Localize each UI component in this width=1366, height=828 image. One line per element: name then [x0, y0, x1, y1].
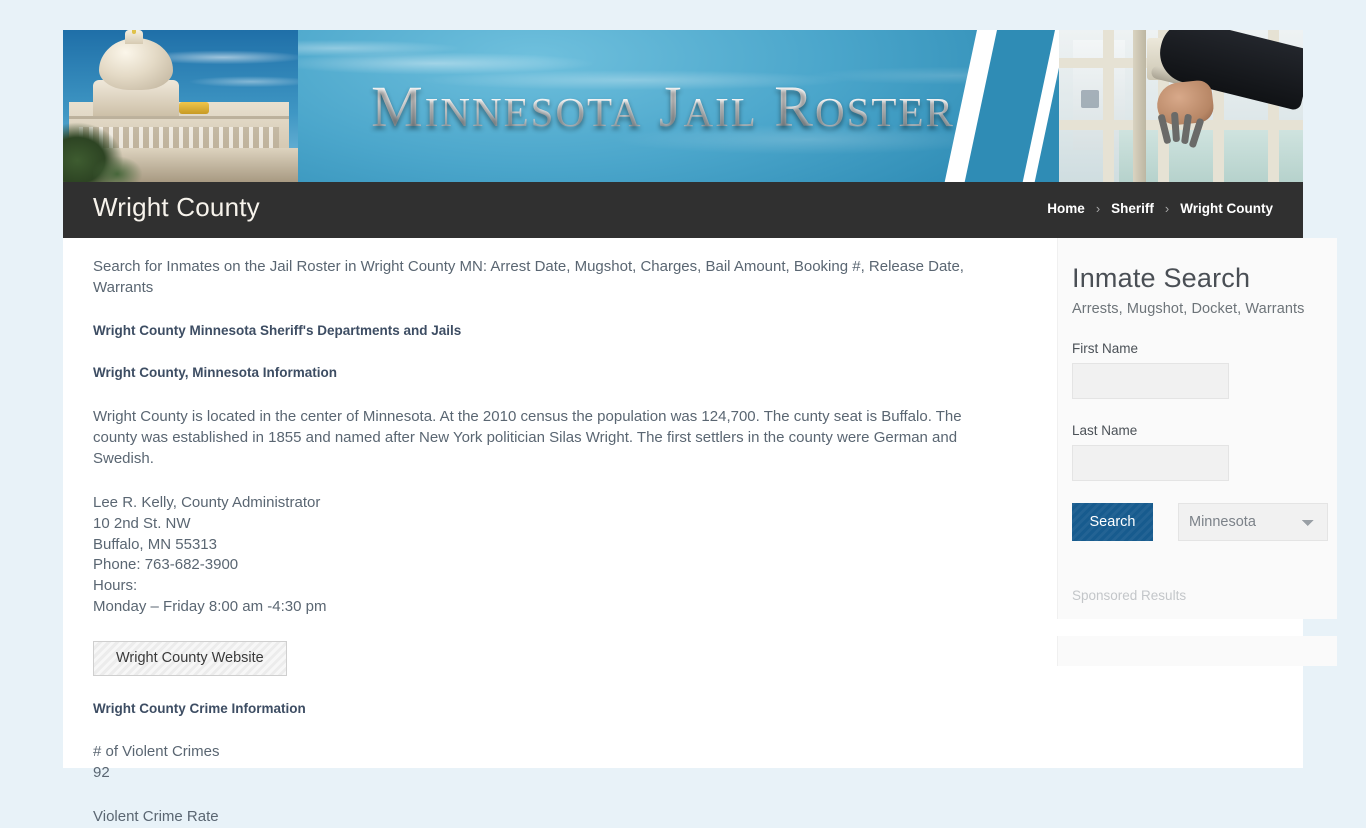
search-actions-row: Search Minnesota — [1072, 503, 1337, 541]
first-name-label: First Name — [1072, 341, 1139, 356]
last-name-label: Last Name — [1072, 423, 1138, 438]
heading-departments-and-jails: Wright County Minnesota Sheriff's Depart… — [93, 323, 462, 338]
jail-gate-post — [1133, 30, 1146, 182]
contact-hours-value: Monday – Friday 8:00 am -4:30 pm — [93, 597, 327, 615]
page-header-bar: Wright County Home › Sheriff › Wright Co… — [63, 182, 1303, 238]
violent-crime-rate-label: Violent Crime Rate — [93, 808, 219, 826]
state-select[interactable]: Minnesota — [1178, 503, 1328, 541]
contact-administrator: Lee R. Kelly, County Administrator — [93, 494, 321, 511]
chevron-right-icon: › — [1164, 201, 1170, 216]
page-top-spacer — [63, 0, 1303, 30]
county-description: Wright County is located in the center o… — [93, 408, 962, 467]
contact-city-state-zip: Buffalo, MN 55313 — [93, 535, 217, 553]
inmate-search-widget: Inmate Search Arrests, Mugshot, Docket, … — [1057, 238, 1337, 619]
content-area: Search for Inmates on the Jail Roster in… — [63, 238, 1337, 825]
breadcrumb-current-wright-county: Wright County — [1180, 201, 1273, 216]
capitol-trees-secondary — [93, 142, 153, 182]
minnesota-capitol-image — [63, 30, 298, 182]
main-column: Search for Inmates on the Jail Roster in… — [93, 238, 995, 828]
capitol-quadriga-statue — [179, 102, 209, 114]
inmate-search-subtitle: Arrests, Mugshot, Docket, Warrants — [1072, 301, 1305, 317]
capitol-spire — [132, 30, 136, 34]
county-contact-block: Lee R. Kelly, County Administrator 10 2n… — [93, 493, 995, 618]
contact-phone: Phone: 763-682-3900 — [93, 556, 239, 574]
sidebar: Inmate Search Arrests, Mugshot, Docket, … — [1057, 238, 1337, 666]
intro-paragraph: Search for Inmates on the Jail Roster in… — [93, 258, 964, 296]
chevron-right-icon: › — [1095, 201, 1101, 216]
last-name-input[interactable] — [1072, 445, 1229, 481]
site-banner[interactable]: Minnesota Jail Roster — [63, 30, 1303, 182]
heading-county-information: Wright County, Minnesota Information — [93, 365, 337, 380]
inmate-search-title: Inmate Search — [1072, 263, 1251, 293]
search-button[interactable]: Search — [1072, 503, 1153, 541]
breadcrumb-link-sheriff[interactable]: Sheriff — [1111, 201, 1154, 216]
sponsored-results-label: Sponsored Results — [1072, 588, 1187, 603]
jail-door-image — [1059, 30, 1303, 182]
breadcrumb-link-home[interactable]: Home — [1047, 201, 1085, 216]
crime-stats-block: # of Violent Crimes 92 — [93, 742, 995, 784]
breadcrumb: Home › Sheriff › Wright County — [1047, 201, 1273, 216]
contact-street: 10 2nd St. NW — [93, 514, 191, 532]
keys-icon — [1157, 111, 1205, 149]
violent-crimes-value: 92 — [93, 763, 110, 781]
contact-hours-label: Hours: — [93, 577, 138, 595]
page-title: Wright County — [93, 192, 260, 222]
first-name-input[interactable] — [1072, 363, 1229, 399]
page-container: Minnesota Jail Roster Wright County Home… — [63, 0, 1337, 825]
county-website-button[interactable]: Wright County Website — [93, 640, 287, 676]
heading-crime-information: Wright County Crime Information — [93, 700, 306, 716]
violent-crimes-label: # of Violent Crimes — [93, 742, 220, 760]
secondary-sidebar-widget — [1057, 636, 1337, 666]
